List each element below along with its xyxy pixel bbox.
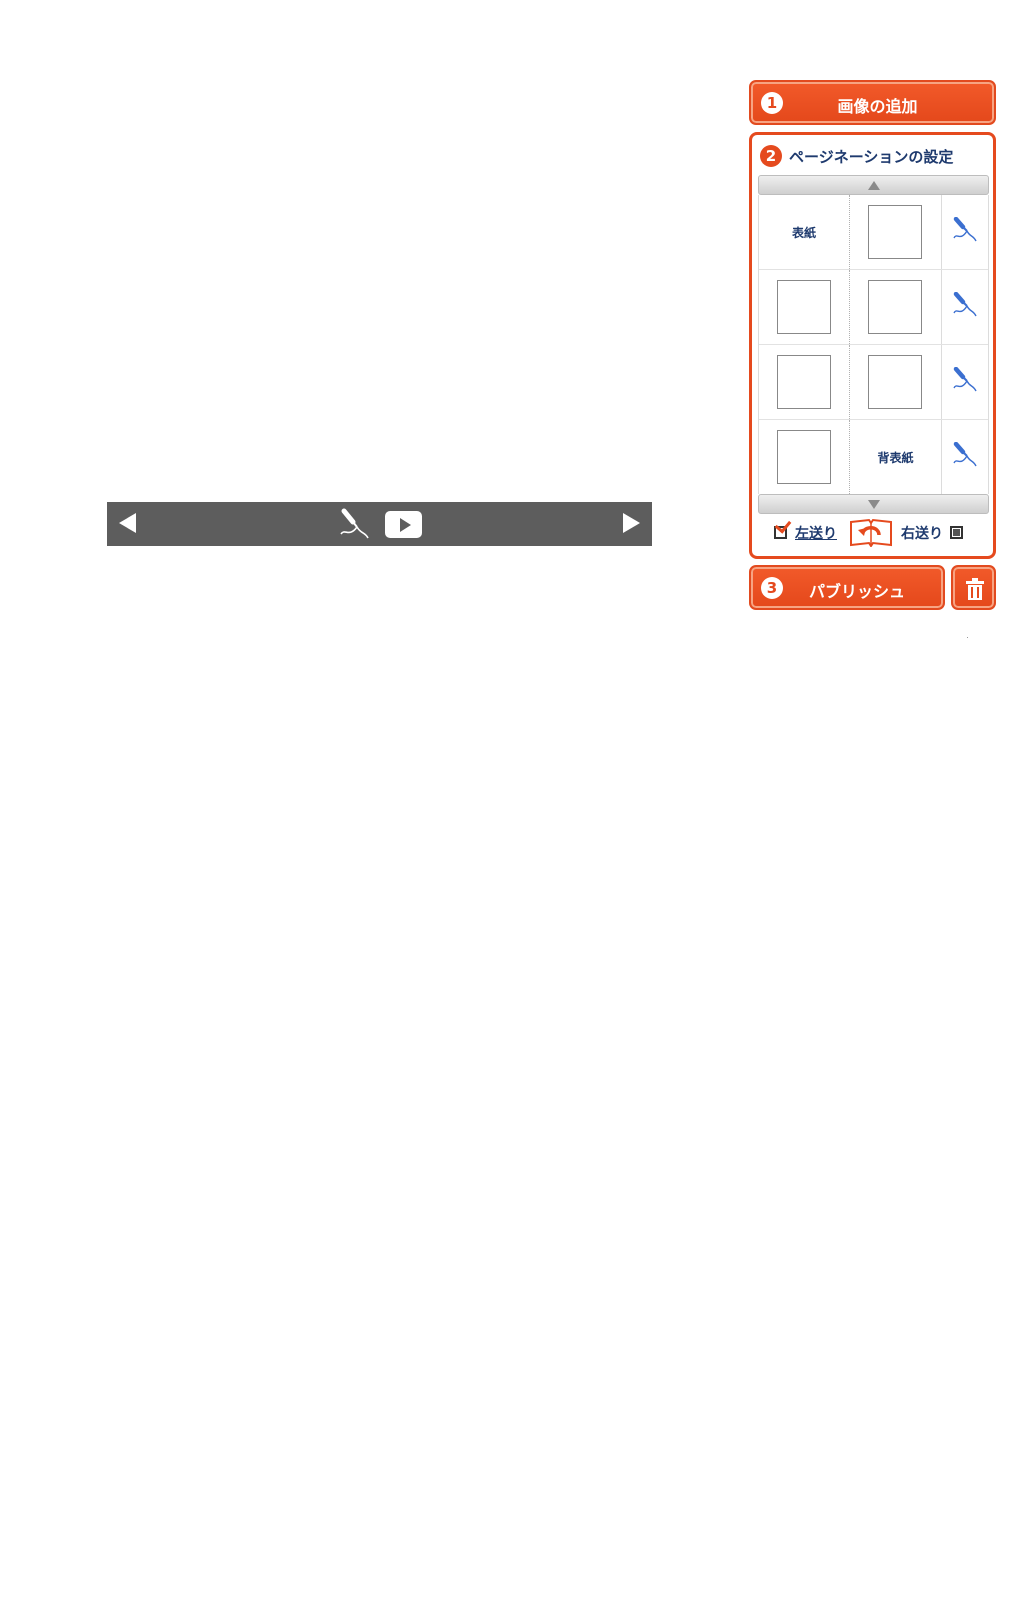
right-direction-checkbox[interactable] (950, 526, 963, 539)
page-thumbnail[interactable] (777, 355, 831, 409)
page-cell-left (759, 420, 850, 494)
page-grid: 表紙 背表紙 (758, 195, 989, 494)
next-page-button[interactable] (623, 513, 640, 533)
divider-dot (967, 637, 968, 638)
page-thumbnail[interactable] (777, 280, 831, 334)
add-images-button[interactable]: 1 画像の追加 (749, 80, 996, 125)
microphone-icon (953, 292, 977, 317)
add-images-label: 画像の追加 (837, 97, 918, 116)
player-bar (107, 502, 652, 546)
page-cell-right (850, 345, 941, 419)
page-spread-row: 背表紙 (759, 420, 988, 495)
cover-label[interactable]: 表紙 (759, 224, 849, 241)
record-audio-button[interactable] (941, 420, 988, 494)
pagination-title: ページネーションの設定 (789, 148, 954, 166)
triangle-up-icon (868, 181, 880, 190)
trash-icon (966, 578, 984, 600)
microphone-icon (953, 367, 977, 392)
page-direction-selector: 左送り 右送り (752, 516, 993, 547)
step-number: 2 (760, 145, 782, 167)
back-cover-label[interactable]: 背表紙 (850, 449, 941, 466)
page-cell-right: 背表紙 (850, 420, 941, 494)
page-spread-row (759, 270, 988, 345)
previous-page-button[interactable] (119, 513, 136, 533)
page-cell-left: 表紙 (759, 195, 850, 269)
record-audio-button[interactable] (941, 195, 988, 269)
record-audio-button[interactable] (941, 345, 988, 419)
scroll-down-button[interactable] (758, 494, 989, 514)
scroll-up-button[interactable] (758, 175, 989, 195)
delete-button[interactable] (951, 565, 996, 610)
microphone-icon (953, 217, 977, 242)
page-cell-right (850, 195, 941, 269)
book-flip-icon (850, 518, 892, 547)
page-thumbnail[interactable] (868, 280, 922, 334)
play-icon (400, 518, 411, 532)
page-thumbnail[interactable] (777, 430, 831, 484)
publish-label: パブリッシュ (809, 582, 906, 601)
left-direction-label[interactable]: 左送り (795, 523, 837, 543)
play-button[interactable] (385, 511, 422, 538)
pagination-panel: 2 ページネーションの設定 表紙 背表紙 左送り 右送り (749, 132, 996, 559)
page-thumbnail[interactable] (868, 355, 922, 409)
step-number: 3 (761, 577, 783, 599)
right-direction-label[interactable]: 右送り (901, 523, 943, 543)
page-cell-left (759, 270, 850, 344)
page-thumbnail[interactable] (868, 205, 922, 259)
microphone-icon[interactable] (339, 508, 369, 540)
page-cell-left (759, 345, 850, 419)
page-spread-row: 表紙 (759, 195, 988, 270)
page-cell-right (850, 270, 941, 344)
microphone-icon (953, 442, 977, 467)
record-audio-button[interactable] (941, 270, 988, 344)
triangle-down-icon (868, 500, 880, 509)
page-spread-row (759, 345, 988, 420)
publish-button[interactable]: 3 パブリッシュ (749, 565, 945, 610)
